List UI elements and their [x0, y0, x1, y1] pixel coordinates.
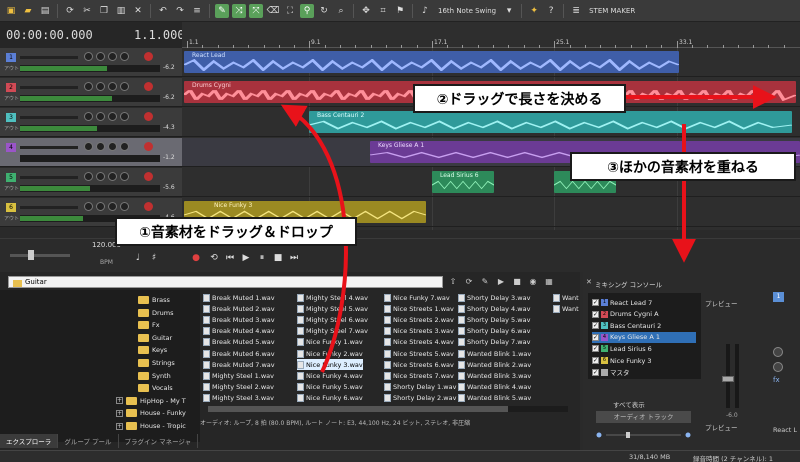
callout-length: ②ドラッグで長さを決める	[413, 84, 626, 113]
callout-drag-drop: ①音素材をドラッグ＆ドロップ	[115, 217, 357, 246]
callout-overlay: ③ほかの音素材を重ねる	[570, 152, 796, 181]
acid-daw-window: ▣ ▰ ▤ ⟳ ✂ ❐ ▥ ✕ ↶ ↷ ≡ ✎ ⤨ ⤧ ⌫ ⛶ ⚲ ↻ ⌕ ✥ …	[0, 0, 800, 462]
